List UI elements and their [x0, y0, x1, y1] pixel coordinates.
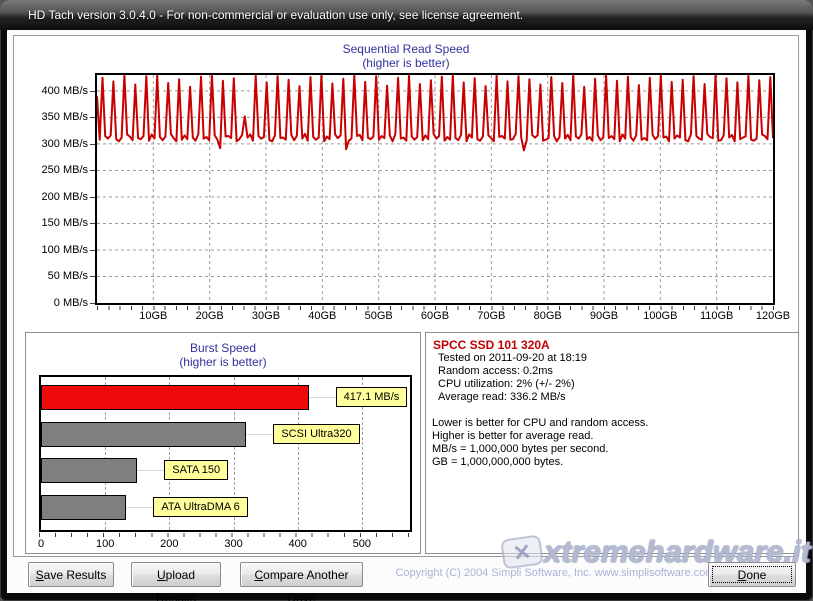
y-axis-label: 0 MB/s	[16, 297, 88, 310]
burst-speed-panel: Burst Speed (higher is better) 417.1 MB/…	[25, 332, 421, 554]
y-axis-label: 100 MB/s	[16, 244, 88, 257]
sequential-read-plot	[95, 73, 775, 305]
drive-name: SPCC SSD 101 320A	[433, 338, 550, 352]
main-panel: Sequential Read Speed (higher is better)…	[13, 35, 799, 557]
burst-bar	[41, 495, 126, 520]
x-axis-label: 60GB	[406, 310, 464, 322]
window-content: Sequential Read Speed (higher is better)…	[7, 30, 806, 593]
hdtach-window: HD Tach version 3.0.4.0 - For non-commer…	[0, 0, 813, 601]
info-note-line: Lower is better for CPU and random acces…	[432, 417, 648, 430]
window-title: HD Tach version 3.0.4.0 - For non-commer…	[28, 8, 523, 22]
seq-chart-title: Sequential Read Speed	[14, 42, 798, 56]
bar-label: 417.1 MB/s	[336, 387, 408, 407]
y-axis-label: 350 MB/s	[16, 111, 88, 124]
y-axis-tick	[90, 170, 95, 171]
bar-label: SATA 150	[164, 460, 228, 480]
x-axis-label: 20GB	[181, 310, 239, 322]
drive-info-panel: SPCC SSD 101 320A Tested on 2011-09-20 a…	[425, 332, 799, 554]
y-axis-tick	[90, 276, 95, 277]
bar-label-connector	[126, 507, 153, 508]
info-note-line: Higher is better for average read.	[432, 430, 593, 443]
x-axis-label: 100GB	[631, 310, 689, 322]
bar-label: SCSI Ultra320	[273, 424, 359, 444]
bar-label-connector	[246, 434, 273, 435]
y-axis-label: 250 MB/s	[16, 164, 88, 177]
burst-bar	[41, 458, 137, 483]
drive-stat-line: Average read: 336.2 MB/s	[438, 391, 566, 404]
drive-stat-line: Tested on 2011-09-20 at 18:19	[438, 352, 587, 365]
burst-chart-title: Burst Speed	[26, 341, 420, 355]
y-axis-label: 400 MB/s	[16, 85, 88, 98]
burst-x-axis-label: 100	[85, 538, 125, 550]
y-axis-label: 150 MB/s	[16, 217, 88, 230]
seq-chart-subtitle: (higher is better)	[14, 56, 798, 70]
burst-chart-subtitle: (higher is better)	[26, 355, 420, 369]
y-axis-label: 200 MB/s	[16, 191, 88, 204]
upload-results-button[interactable]: Upload Results	[131, 562, 221, 587]
bar-label-connector	[309, 397, 336, 398]
drive-stat-line: CPU utilization: 2% (+/- 2%)	[438, 378, 575, 391]
y-axis-tick	[90, 197, 95, 198]
burst-x-axis-label: 300	[214, 538, 254, 550]
x-axis-label: 120GB	[744, 310, 802, 322]
x-axis-label: 70GB	[462, 310, 520, 322]
burst-x-axis-label: 200	[149, 538, 189, 550]
bar-label-connector	[137, 470, 164, 471]
y-axis-label: 300 MB/s	[16, 138, 88, 151]
y-axis-tick	[90, 250, 95, 251]
burst-x-axis-label: 400	[278, 538, 318, 550]
drive-stat-line: Random access: 0.2ms	[438, 365, 553, 378]
y-axis-tick	[90, 303, 95, 304]
x-axis-label: 90GB	[575, 310, 633, 322]
info-note-line: GB = 1,000,000,000 bytes.	[432, 456, 563, 469]
x-axis-label: 30GB	[237, 310, 295, 322]
compare-another-drive-button[interactable]: Compare Another Drive	[240, 562, 363, 587]
burst-bar	[41, 385, 309, 410]
burst-x-minor-ticks	[39, 533, 413, 537]
title-bar[interactable]: HD Tach version 3.0.4.0 - For non-commer…	[0, 0, 813, 30]
bar-label: ATA UltraDMA 6	[153, 497, 247, 517]
x-axis-label: 40GB	[293, 310, 351, 322]
y-axis-tick	[90, 144, 95, 145]
done-button[interactable]: Done	[708, 562, 796, 587]
burst-x-axis-label: 500	[342, 538, 382, 550]
y-axis-tick	[90, 117, 95, 118]
y-axis-tick	[90, 223, 95, 224]
x-axis-label: 80GB	[519, 310, 577, 322]
x-axis-label: 110GB	[688, 310, 746, 322]
x-axis-label: 50GB	[350, 310, 408, 322]
burst-bar	[41, 422, 246, 447]
save-results-button[interactable]: Save Results	[28, 562, 114, 587]
info-note-line: MB/s = 1,000,000 bytes per second.	[432, 443, 608, 456]
sequential-read-line	[97, 75, 773, 303]
burst-speed-plot: 417.1 MB/s SCSI Ultra320 SATA 150 ATA Ultra…	[39, 375, 412, 532]
copyright-text: Copyright (C) 2004 Simpli Software, Inc.…	[390, 567, 720, 579]
y-axis-tick	[90, 91, 95, 92]
y-axis-label: 50 MB/s	[16, 270, 88, 283]
x-axis-label: 10GB	[124, 310, 182, 322]
burst-x-axis-label: 0	[21, 538, 61, 550]
